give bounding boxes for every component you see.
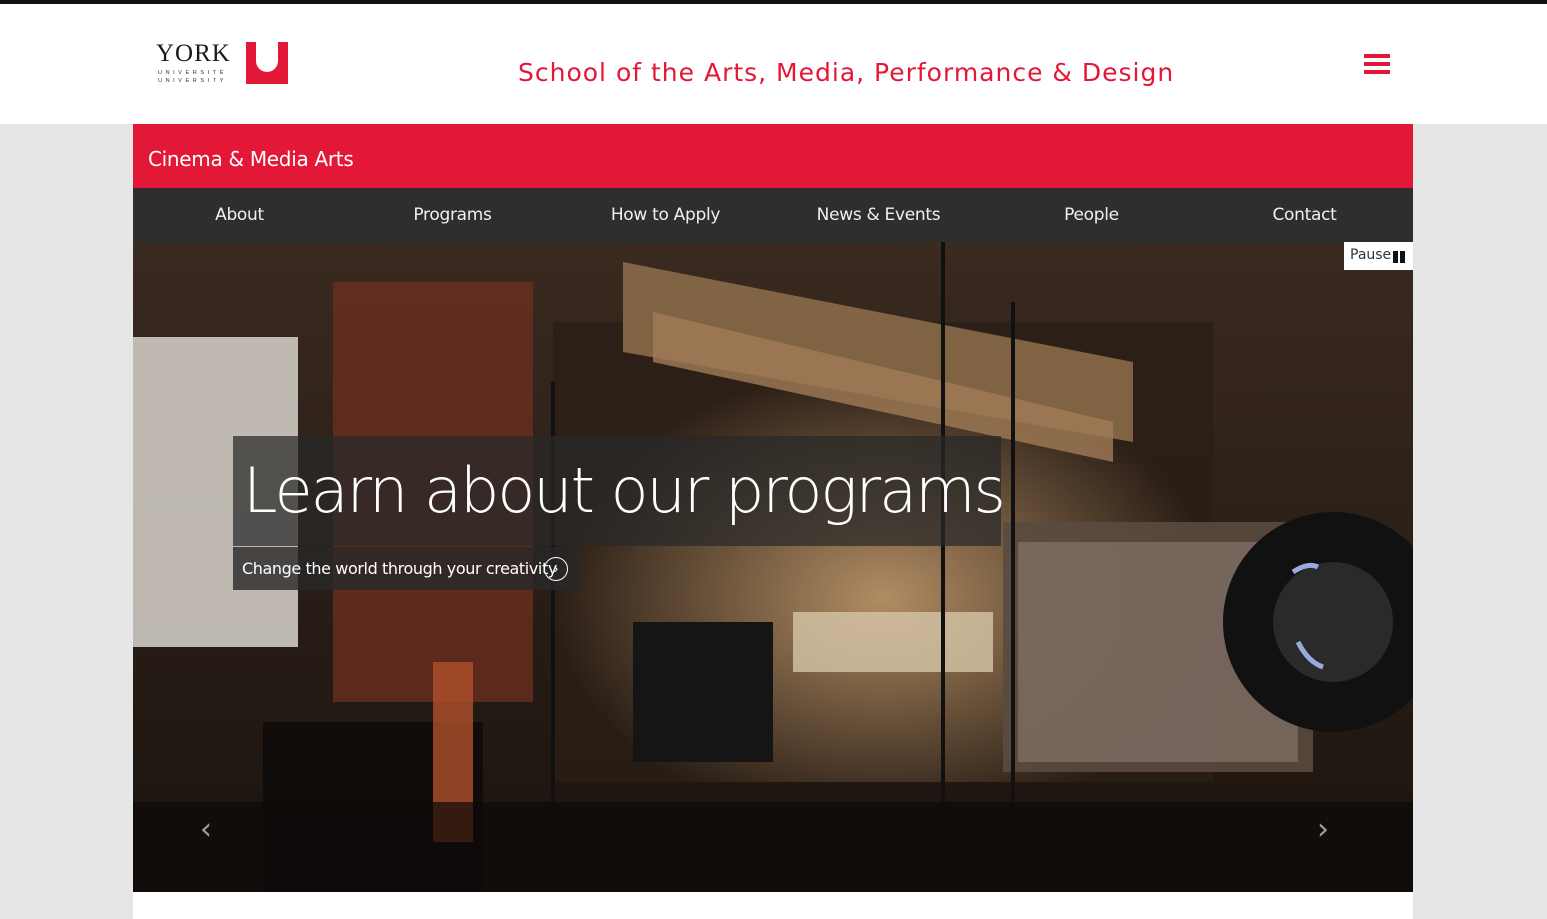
pause-label: Pause — [1350, 247, 1392, 263]
department-bar: Cinema & Media Arts — [133, 124, 1413, 188]
york-university-logo[interactable]: YORK UNIVERSITÉ UNIVERSITY — [156, 40, 290, 90]
nav-item-programs[interactable]: Programs — [346, 188, 559, 242]
hero-slider[interactable]: Pause Learn about our programs Change th… — [133, 242, 1413, 892]
school-title[interactable]: School of the Arts, Media, Performance &… — [518, 58, 1174, 87]
nav-item-news-events[interactable]: News & Events — [772, 188, 985, 242]
nav-item-how-to-apply[interactable]: How to Apply — [559, 188, 772, 242]
hero-subtitle: Change the world through your creativity — [242, 559, 557, 578]
logo-wordmark: YORK — [156, 40, 231, 67]
hero-cta-link[interactable]: Change the world through your creativity… — [233, 547, 579, 590]
hero-caption: Learn about our programs — [233, 436, 1006, 546]
content-area — [133, 892, 1413, 919]
chevron-right-circle-icon: › — [544, 557, 568, 581]
pause-button[interactable]: Pause — [1344, 242, 1413, 270]
nav-item-people[interactable]: People — [985, 188, 1198, 242]
site-header: YORK UNIVERSITÉ UNIVERSITY School of the… — [0, 4, 1547, 124]
nav-item-about[interactable]: About — [133, 188, 346, 242]
logo-subtitle-fr: UNIVERSITÉ — [158, 70, 228, 76]
pause-icon — [1393, 251, 1405, 263]
chevron-left-icon[interactable]: ‹ — [200, 812, 212, 847]
hero-title: Learn about our programs — [243, 454, 1006, 527]
logo-subtitle-en: UNIVERSITY — [158, 78, 228, 84]
hamburger-menu-icon[interactable] — [1364, 54, 1390, 76]
logo-u-mark — [246, 42, 288, 84]
nav-item-contact[interactable]: Contact — [1198, 188, 1411, 242]
chevron-right-icon[interactable]: › — [1317, 812, 1329, 847]
department-name[interactable]: Cinema & Media Arts — [148, 147, 354, 171]
main-nav: About Programs How to Apply News & Event… — [133, 188, 1413, 242]
